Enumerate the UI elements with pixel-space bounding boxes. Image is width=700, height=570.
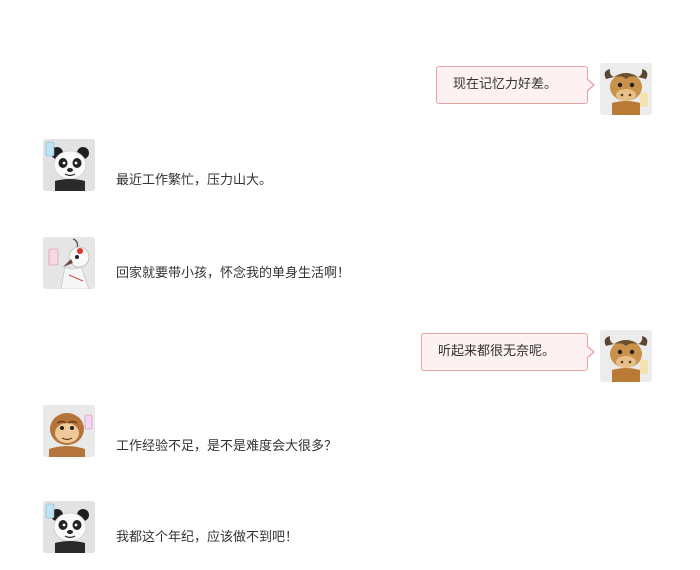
message-text: 听起来都很无奈呢。: [438, 344, 556, 359]
bubble-tail: [586, 345, 595, 359]
monkey-icon[interactable]: [43, 405, 95, 457]
message-bubble: 现在记忆力好差。: [436, 66, 595, 104]
bull-icon[interactable]: [600, 63, 652, 115]
bull-icon[interactable]: [600, 330, 652, 382]
message-text: 我都这个年纪，应该做不到吧！: [116, 530, 299, 545]
bubble-tail: [586, 78, 595, 92]
message-text: 回家就要带小孩，怀念我的单身生活啊！: [116, 266, 351, 281]
crane-icon[interactable]: [43, 237, 95, 289]
message-text: 最近工作繁忙，压力山大。: [116, 173, 273, 188]
message-text: 工作经验不足，是不是难度会大很多？: [116, 439, 338, 454]
panda-icon[interactable]: [43, 139, 95, 191]
panda-icon[interactable]: [43, 501, 95, 553]
message-bubble: 听起来都很无奈呢。: [421, 333, 595, 371]
message-text: 现在记忆力好差。: [453, 77, 558, 92]
